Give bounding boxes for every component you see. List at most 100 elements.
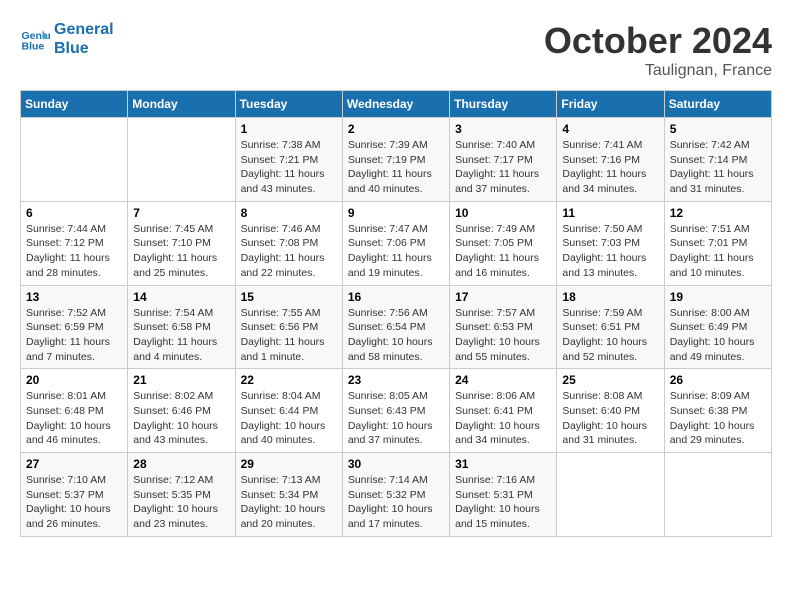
weekday-header-sunday: Sunday (21, 91, 128, 118)
calendar-week-row: 20 Sunrise: 8:01 AM Sunset: 6:48 PM Dayli… (21, 369, 772, 453)
day-number: 17 (455, 290, 551, 304)
calendar-cell: 2 Sunrise: 7:39 AM Sunset: 7:19 PM Daylig… (342, 118, 449, 202)
weekday-header-friday: Friday (557, 91, 664, 118)
calendar-cell: 19 Sunrise: 8:00 AM Sunset: 6:49 PM Dayli… (664, 285, 771, 369)
calendar-cell: 4 Sunrise: 7:41 AM Sunset: 7:16 PM Daylig… (557, 118, 664, 202)
day-info: Sunrise: 7:44 AM Sunset: 7:12 PM Dayligh… (26, 222, 122, 281)
weekday-header-thursday: Thursday (450, 91, 557, 118)
calendar-cell: 22 Sunrise: 8:04 AM Sunset: 6:44 PM Dayli… (235, 369, 342, 453)
calendar-cell: 9Sunrise: 7:47 AM Sunset: 7:06 PM Daylig… (342, 201, 449, 285)
day-number: 6 (26, 206, 122, 220)
calendar-cell: 8Sunrise: 7:46 AM Sunset: 7:08 PM Daylig… (235, 201, 342, 285)
day-number: 3 (455, 122, 551, 136)
day-number: 18 (562, 290, 658, 304)
day-number: 15 (241, 290, 337, 304)
weekday-header-monday: Monday (128, 91, 235, 118)
calendar-cell: 26 Sunrise: 8:09 AM Sunset: 6:38 PM Dayli… (664, 369, 771, 453)
day-info: Sunrise: 8:05 AM Sunset: 6:43 PM Dayligh… (348, 389, 444, 448)
calendar-cell: 3Sunrise: 7:40 AM Sunset: 7:17 PM Daylig… (450, 118, 557, 202)
day-info: Sunrise: 7:49 AM Sunset: 7:05 PM Dayligh… (455, 222, 551, 281)
calendar-cell: 25 Sunrise: 8:08 AM Sunset: 6:40 PM Dayli… (557, 369, 664, 453)
day-number: 25 (562, 373, 658, 387)
day-number: 5 (670, 122, 766, 136)
calendar-table: SundayMondayTuesdayWednesdayThursdayFrid… (20, 90, 772, 537)
day-number: 19 (670, 290, 766, 304)
day-info: Sunrise: 7:38 AM Sunset: 7:21 PM Dayligh… (241, 138, 337, 197)
day-info: Sunrise: 7:13 AM Sunset: 5:34 PM Dayligh… (241, 473, 337, 532)
day-info: Sunrise: 7:51 AM Sunset: 7:01 PM Dayligh… (670, 222, 766, 281)
day-info: Sunrise: 7:50 AM Sunset: 7:03 PM Dayligh… (562, 222, 658, 281)
day-number: 14 (133, 290, 229, 304)
day-info: Sunrise: 7:42 AM Sunset: 7:14 PM Dayligh… (670, 138, 766, 197)
day-number: 8 (241, 206, 337, 220)
calendar-cell (557, 453, 664, 537)
day-info: Sunrise: 7:57 AM Sunset: 6:53 PM Dayligh… (455, 306, 551, 365)
day-number: 30 (348, 457, 444, 471)
page-header: General Blue General Blue October 2024 T… (20, 20, 772, 80)
logo: General Blue General Blue (20, 20, 114, 58)
calendar-cell: 24 Sunrise: 8:06 AM Sunset: 6:41 PM Dayli… (450, 369, 557, 453)
svg-text:Blue: Blue (22, 41, 45, 53)
day-info: Sunrise: 7:10 AM Sunset: 5:37 PM Dayligh… (26, 473, 122, 532)
day-number: 29 (241, 457, 337, 471)
calendar-cell: 18 Sunrise: 7:59 AM Sunset: 6:51 PM Dayli… (557, 285, 664, 369)
day-info: Sunrise: 7:59 AM Sunset: 6:51 PM Dayligh… (562, 306, 658, 365)
calendar-cell: 17 Sunrise: 7:57 AM Sunset: 6:53 PM Dayli… (450, 285, 557, 369)
day-info: Sunrise: 8:08 AM Sunset: 6:40 PM Dayligh… (562, 389, 658, 448)
day-number: 24 (455, 373, 551, 387)
calendar-cell: 30 Sunrise: 7:14 AM Sunset: 5:32 PM Dayli… (342, 453, 449, 537)
calendar-cell: 27 Sunrise: 7:10 AM Sunset: 5:37 PM Dayli… (21, 453, 128, 537)
day-number: 9 (348, 206, 444, 220)
calendar-cell: 23Sunrise: 8:05 AM Sunset: 6:43 PM Dayli… (342, 369, 449, 453)
day-info: Sunrise: 7:54 AM Sunset: 6:58 PM Dayligh… (133, 306, 229, 365)
day-number: 20 (26, 373, 122, 387)
location-subtitle: Taulignan, France (544, 62, 772, 80)
day-info: Sunrise: 8:06 AM Sunset: 6:41 PM Dayligh… (455, 389, 551, 448)
day-info: Sunrise: 7:41 AM Sunset: 7:16 PM Dayligh… (562, 138, 658, 197)
day-number: 26 (670, 373, 766, 387)
day-info: Sunrise: 7:55 AM Sunset: 6:56 PM Dayligh… (241, 306, 337, 365)
calendar-cell: 15 Sunrise: 7:55 AM Sunset: 6:56 PM Dayli… (235, 285, 342, 369)
day-info: Sunrise: 7:39 AM Sunset: 7:19 PM Dayligh… (348, 138, 444, 197)
calendar-cell: 31Sunrise: 7:16 AM Sunset: 5:31 PM Dayli… (450, 453, 557, 537)
day-info: Sunrise: 8:01 AM Sunset: 6:48 PM Dayligh… (26, 389, 122, 448)
calendar-week-row: 6 Sunrise: 7:44 AM Sunset: 7:12 PM Daylig… (21, 201, 772, 285)
calendar-cell: 28Sunrise: 7:12 AM Sunset: 5:35 PM Dayli… (128, 453, 235, 537)
calendar-cell (664, 453, 771, 537)
day-number: 10 (455, 206, 551, 220)
calendar-cell: 5 Sunrise: 7:42 AM Sunset: 7:14 PM Daylig… (664, 118, 771, 202)
day-number: 1 (241, 122, 337, 136)
calendar-cell (21, 118, 128, 202)
calendar-cell: 12 Sunrise: 7:51 AM Sunset: 7:01 PM Dayli… (664, 201, 771, 285)
day-number: 12 (670, 206, 766, 220)
day-info: Sunrise: 7:56 AM Sunset: 6:54 PM Dayligh… (348, 306, 444, 365)
day-info: Sunrise: 8:00 AM Sunset: 6:49 PM Dayligh… (670, 306, 766, 365)
weekday-header-saturday: Saturday (664, 91, 771, 118)
day-number: 11 (562, 206, 658, 220)
calendar-cell: 10 Sunrise: 7:49 AM Sunset: 7:05 PM Dayli… (450, 201, 557, 285)
calendar-week-row: 13Sunrise: 7:52 AM Sunset: 6:59 PM Dayli… (21, 285, 772, 369)
day-number: 2 (348, 122, 444, 136)
calendar-cell: 16 Sunrise: 7:56 AM Sunset: 6:54 PM Dayli… (342, 285, 449, 369)
day-number: 31 (455, 457, 551, 471)
calendar-cell: 20 Sunrise: 8:01 AM Sunset: 6:48 PM Dayli… (21, 369, 128, 453)
calendar-cell: 21 Sunrise: 8:02 AM Sunset: 6:46 PM Dayli… (128, 369, 235, 453)
calendar-cell: 29 Sunrise: 7:13 AM Sunset: 5:34 PM Dayli… (235, 453, 342, 537)
day-number: 27 (26, 457, 122, 471)
calendar-cell: 6 Sunrise: 7:44 AM Sunset: 7:12 PM Daylig… (21, 201, 128, 285)
logo-general: General (54, 20, 114, 39)
day-info: Sunrise: 7:14 AM Sunset: 5:32 PM Dayligh… (348, 473, 444, 532)
day-number: 21 (133, 373, 229, 387)
calendar-cell: 13Sunrise: 7:52 AM Sunset: 6:59 PM Dayli… (21, 285, 128, 369)
day-number: 28 (133, 457, 229, 471)
day-number: 16 (348, 290, 444, 304)
weekday-header-row: SundayMondayTuesdayWednesdayThursdayFrid… (21, 91, 772, 118)
calendar-week-row: 27 Sunrise: 7:10 AM Sunset: 5:37 PM Dayli… (21, 453, 772, 537)
calendar-week-row: 1 Sunrise: 7:38 AM Sunset: 7:21 PM Daylig… (21, 118, 772, 202)
day-number: 4 (562, 122, 658, 136)
day-info: Sunrise: 8:04 AM Sunset: 6:44 PM Dayligh… (241, 389, 337, 448)
day-number: 22 (241, 373, 337, 387)
day-info: Sunrise: 8:02 AM Sunset: 6:46 PM Dayligh… (133, 389, 229, 448)
month-title: October 2024 (544, 20, 772, 62)
day-info: Sunrise: 8:09 AM Sunset: 6:38 PM Dayligh… (670, 389, 766, 448)
